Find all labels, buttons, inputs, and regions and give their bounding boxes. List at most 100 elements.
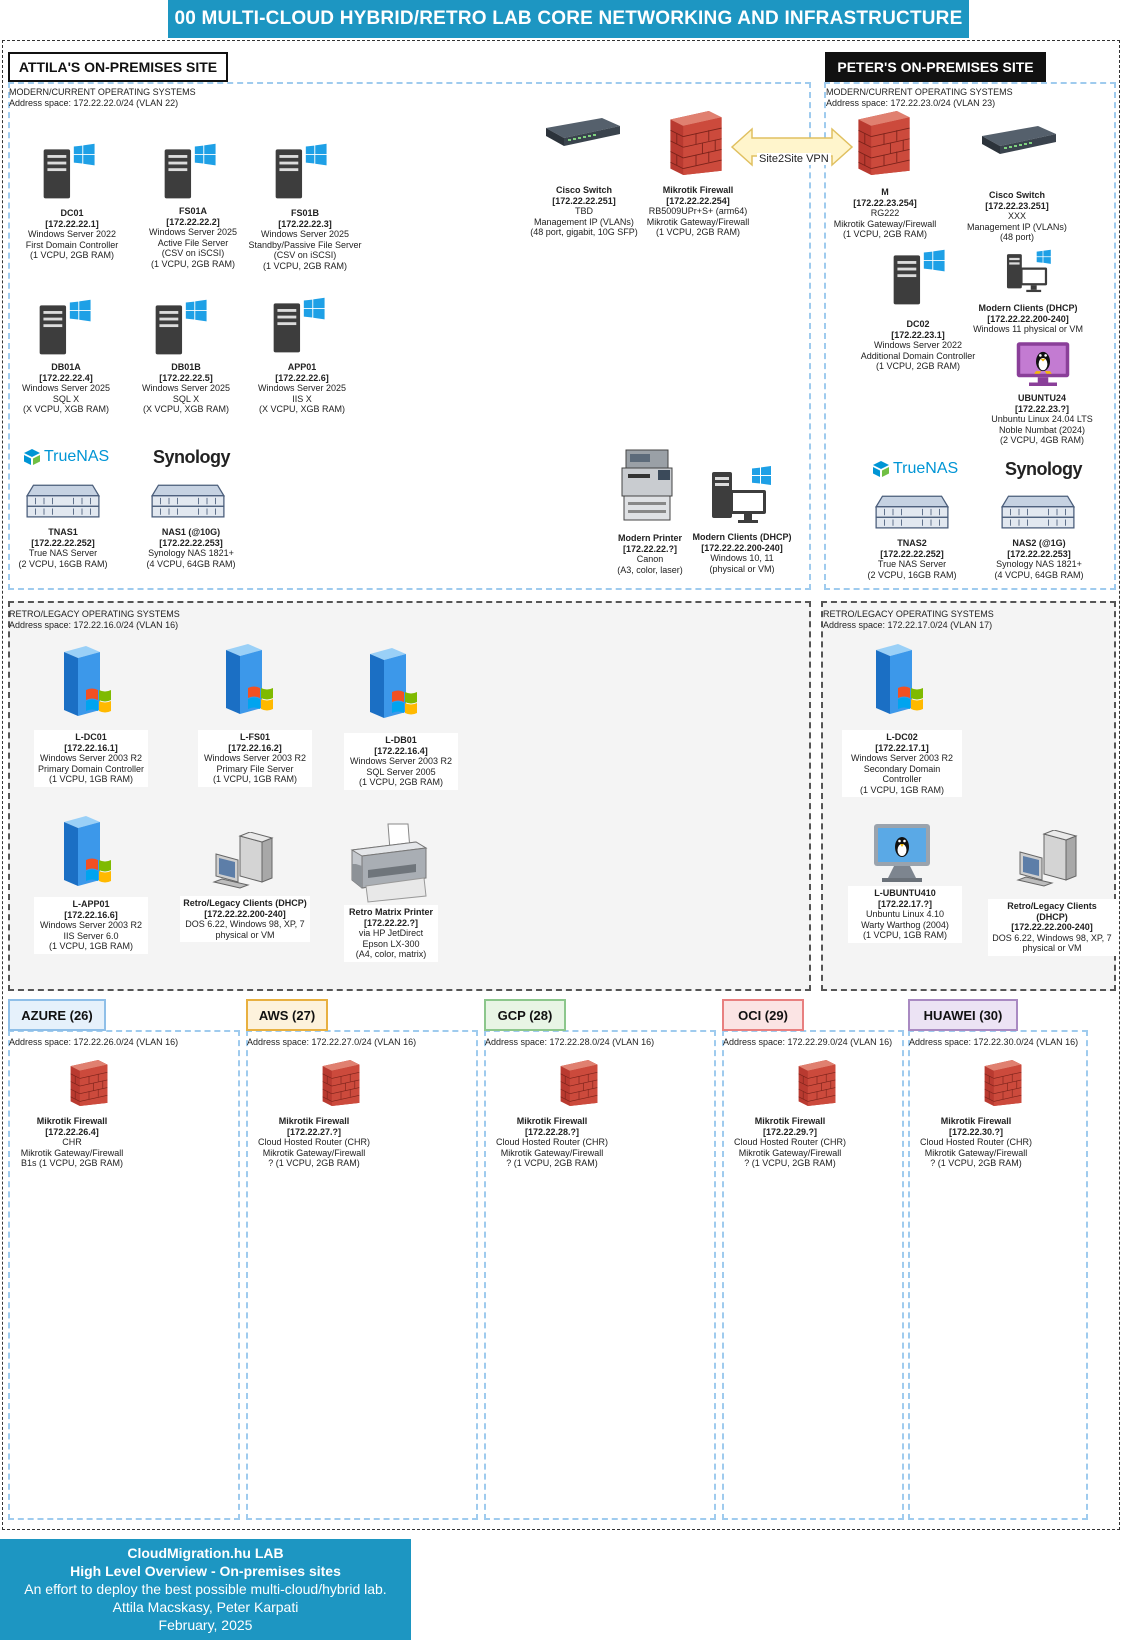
device-detail: Windows Server 2025 <box>257 383 347 393</box>
device-detail: Windows Server 2022 <box>873 340 963 350</box>
huawei-mikrotik-firewall-icon <box>980 1058 1026 1108</box>
dc01-label: DC01 [172.22.22.1] Windows Server 2022 Firs… <box>14 208 130 261</box>
device-detail: Management IP (VLANs) <box>967 221 1067 232</box>
azure-cloud-tab: AZURE (26) <box>8 999 106 1031</box>
device-detail: (48 port) <box>999 232 1034 242</box>
device-detail: (1 VCPU, 2GB RAM) <box>262 260 347 271</box>
device-detail: Additional Domain Controller <box>860 350 976 361</box>
device-detail: True NAS Server <box>28 548 98 558</box>
device-detail: (1 VCPU, 2GB RAM) <box>875 361 960 371</box>
device-detail: (1 VCPU, 1GB RAM) <box>859 784 944 795</box>
device-detail: (X VCPU, XGB RAM) <box>258 404 345 414</box>
device-detail: Windows Server 2003 R2 <box>349 756 453 766</box>
diagram-title: 00 MULTI-CLOUD HYBRID/RETRO LAB CORE NET… <box>168 0 969 38</box>
modern-printer-icon <box>618 448 678 526</box>
device-name: FS01A <box>178 206 207 216</box>
tnas1-nas-icon <box>25 478 101 522</box>
peter-cisco-switch-icon <box>978 120 1058 160</box>
attila-modern-clients-icon <box>708 466 778 526</box>
aws-mikrotik-firewall-label: Mikrotik Firewall [172.22.27.?] Cloud Host… <box>248 1116 380 1169</box>
device-ip: [172.22.16.1] <box>64 742 118 753</box>
fs01a-server-icon <box>159 142 225 202</box>
peter-retro-clients-icon <box>1014 830 1084 890</box>
device-name: Mikrotik Firewall <box>36 1116 108 1126</box>
device-detail: (2 VCPU, 16GB RAM) <box>18 558 108 569</box>
device-detail: Windows Server 2025 <box>141 383 231 393</box>
device-name: NAS2 (@1G) <box>1012 538 1066 548</box>
device-name: Modern Clients (DHCP) <box>692 532 792 542</box>
device-name: L-DC02 <box>886 732 918 742</box>
device-name: DB01A <box>51 362 81 372</box>
device-name: Mikrotik Firewall <box>278 1116 350 1126</box>
device-detail: Mikrotik Gateway/Firewall <box>738 1147 842 1158</box>
device-name: FS01B <box>290 208 319 218</box>
l-ubuntu410-icon <box>870 822 934 886</box>
device-detail: Management IP (VLANs) <box>534 216 634 227</box>
device-detail: Cloud Hosted Router (CHR) <box>919 1137 1033 1147</box>
azure-address-space: Address space: 172.22.26.0/24 (VLAN 16) <box>9 1037 179 1047</box>
l-fs01-server-icon <box>218 644 282 718</box>
l-fs01-label: L-FS01 [172.22.16.2] Windows Server 2003 R… <box>198 730 312 787</box>
device-detail: (4 VCPU, 64GB RAM) <box>146 558 236 569</box>
l-dc01-server-icon <box>56 646 120 720</box>
db01a-server-icon <box>34 298 100 358</box>
device-detail: (2 VCPU, 16GB RAM) <box>867 569 957 580</box>
gcp-cloud-tab: GCP (28) <box>484 999 566 1031</box>
dc02-label: DC02 [172.22.23.1] Windows Server 2022 Addi… <box>858 319 978 372</box>
device-name: L-APP01 <box>72 899 110 909</box>
db01a-label: DB01A [172.22.22.4] Windows Server 2025 SQL… <box>8 362 124 415</box>
device-ip: [172.22.16.4] <box>374 745 428 756</box>
device-ip: [172.22.29.?] <box>762 1126 818 1137</box>
device-detail: (X VCPU, XGB RAM) <box>142 404 229 414</box>
attila-mikrotik-firewall-icon <box>664 108 728 178</box>
device-detail: Windows Server 2003 R2 <box>850 753 954 763</box>
device-detail: Windows Server 2025 <box>148 227 238 237</box>
device-name: L-FS01 <box>239 732 270 742</box>
oci-address-space: Address space: 172.22.29.0/24 (VLAN 16) <box>723 1037 893 1047</box>
synology-logo-1: Synology <box>153 447 231 467</box>
device-detail: (48 port, gigabit, 10G SFP) <box>530 227 638 237</box>
device-detail: (CSV on iSCSI) <box>273 250 337 260</box>
device-ip: [172.22.22.6] <box>275 372 329 383</box>
device-ip: [172.22.22.2] <box>166 216 220 227</box>
peter-retro-clients-label: Retro/Legacy Clients (DHCP) [172.22.22.20… <box>988 899 1116 956</box>
device-name: L-UBUNTU410 <box>874 888 936 898</box>
device-detail: Secondary Domain Controller <box>863 763 941 785</box>
device-detail: (1 VCPU, 2GB RAM) <box>842 229 927 239</box>
device-detail: ? (1 VCPU, 2GB RAM) <box>268 1158 360 1168</box>
device-ip: [172.22.30.?] <box>948 1126 1004 1137</box>
device-detail: Mikrotik Gateway/Firewall <box>20 1147 124 1158</box>
site2site-vpn-label: Site2Site VPN <box>757 153 831 165</box>
huawei-mikrotik-firewall-label: Mikrotik Firewall [172.22.30.?] Cloud Host… <box>910 1116 1042 1169</box>
device-detail: SQL Server 2005 <box>366 766 436 777</box>
device-detail: First Domain Controller <box>25 239 119 250</box>
app01-server-icon <box>268 296 334 356</box>
footer-date: February, 2025 <box>158 1617 253 1633</box>
l-app01-label: L-APP01 [172.22.16.6] Windows Server 2003 … <box>34 897 148 954</box>
device-detail: (1 VCPU, 1GB RAM) <box>862 930 947 940</box>
tnas2-nas-icon <box>874 489 950 533</box>
device-name: TNAS2 <box>897 538 927 548</box>
device-name: Mikrotik Firewall <box>754 1116 826 1126</box>
device-ip: [172.22.22.254] <box>666 195 730 206</box>
device-detail: DOS 6.22, Windows 98, XP, 7 <box>992 932 1112 943</box>
attila-cisco-switch-icon <box>542 112 622 152</box>
l-db01-label: L-DB01 [172.22.16.4] Windows Server 2003 R… <box>344 733 458 790</box>
device-detail: (X VCPU, XGB RAM) <box>22 404 109 414</box>
l-dc01-label: L-DC01 [172.22.16.1] Windows Server 2003 R… <box>34 730 148 787</box>
attila-modern-clients-label: Modern Clients (DHCP) [172.22.22.200-240]… <box>688 532 796 574</box>
device-detail: SQL X <box>172 393 200 404</box>
nas1-nas-icon <box>150 478 226 522</box>
truenas-logo-icon <box>24 449 40 465</box>
nas2-label: NAS2 (@1G) [172.22.22.253] Synology NAS 18… <box>980 538 1098 580</box>
device-detail: (1 VCPU, 2GB RAM) <box>29 250 114 260</box>
device-detail: (2 VCPU, 4GB RAM) <box>999 435 1084 445</box>
nas1-label: NAS1 (@10G) [172.22.22.253] Synology NAS 1… <box>132 527 250 569</box>
retro-matrix-printer-label: Retro Matrix Printer [172.22.22.?] via HP … <box>344 905 438 962</box>
device-ip: [172.22.23.?] <box>1014 403 1070 414</box>
device-detail: Noble Numbat (2024) <box>998 424 1086 435</box>
peter-mikrotik-firewall-icon <box>852 108 916 178</box>
azure-mikrotik-firewall-icon <box>66 1058 112 1108</box>
modern-printer-label: Modern Printer [172.22.22.?] Canon (A3, col… <box>610 533 690 575</box>
device-ip: [172.22.22.200-240] <box>987 313 1069 324</box>
